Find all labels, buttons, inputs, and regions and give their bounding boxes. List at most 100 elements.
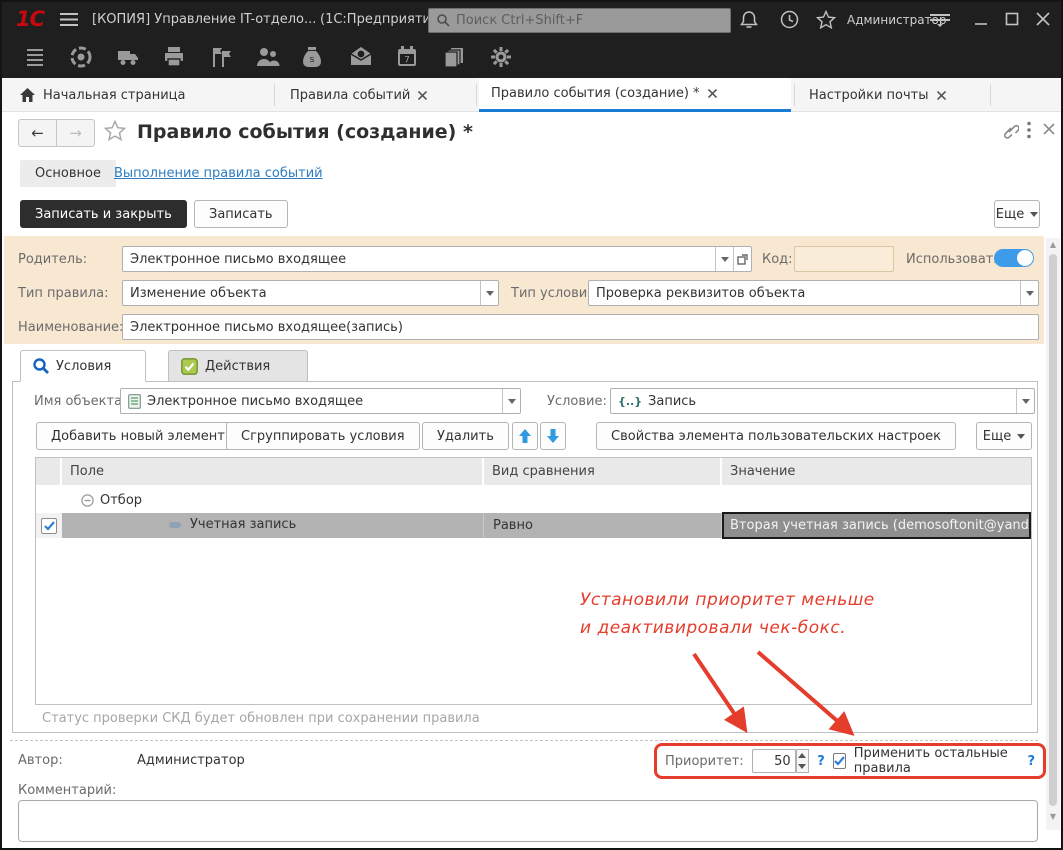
vertical-scrollbar[interactable]: ▲ ▼ (1046, 238, 1060, 830)
chevron-down-icon[interactable] (502, 389, 520, 413)
table-header-field[interactable]: Поле (62, 458, 484, 485)
page-star-icon[interactable] (104, 120, 126, 141)
search-icon (437, 14, 450, 27)
get-link-icon[interactable] (1002, 122, 1019, 139)
favorites-star-icon[interactable] (816, 10, 836, 29)
scrollbar-thumb[interactable] (1049, 254, 1057, 806)
object-name-value: Электронное письмо входящее (147, 394, 363, 409)
spinner-down-icon[interactable] (797, 761, 809, 772)
delete-label: Удалить (437, 429, 494, 444)
back-button[interactable]: ← (19, 120, 57, 146)
app-window: 1С [КОПИЯ] Управление IT-отдело... (1С:П… (0, 0, 1063, 850)
tab-conditions[interactable]: Условия (20, 350, 146, 382)
more-commands-button[interactable]: Еще (994, 200, 1040, 228)
target-section-icon[interactable] (70, 46, 92, 68)
hamburger-menu-icon[interactable] (60, 12, 78, 27)
priority-spinner[interactable] (796, 749, 810, 773)
tab-mail-settings[interactable]: Настройки почты (797, 78, 987, 112)
delivery-truck-icon[interactable] (116, 48, 140, 66)
printer-section-icon[interactable] (163, 46, 185, 68)
tab-close-icon[interactable] (937, 91, 946, 100)
skd-status-text: Статус проверки СКД будет обновлен при с… (42, 711, 480, 726)
nav-link-rule-execution[interactable]: Выполнение правила событий (114, 166, 323, 181)
use-toggle[interactable] (994, 249, 1034, 267)
table-header-value[interactable]: Значение (722, 458, 1031, 485)
chevron-down-icon[interactable] (480, 281, 498, 305)
mail-section-icon[interactable] (349, 46, 373, 66)
maximize-button[interactable] (1005, 12, 1019, 26)
priority-help[interactable]: ? (817, 754, 825, 769)
delete-button[interactable]: Удалить (422, 422, 509, 450)
use-label: Использовать (906, 252, 1001, 267)
money-bag-section-icon[interactable]: s (302, 46, 322, 68)
open-reference-icon[interactable] (733, 247, 751, 271)
author-label: Автор: (18, 753, 63, 768)
tab-close-icon[interactable] (708, 89, 717, 98)
scroll-up-icon[interactable]: ▲ (1049, 241, 1057, 249)
row-checkbox-checked[interactable] (41, 518, 57, 534)
close-form-icon[interactable] (1043, 123, 1055, 135)
chevron-down-icon[interactable] (1016, 389, 1034, 413)
table-header-comparison[interactable]: Вид сравнения (484, 458, 722, 485)
forward-button[interactable]: → (57, 120, 94, 146)
conditions-more-button[interactable]: Еще (976, 422, 1032, 450)
history-icon[interactable] (780, 10, 799, 29)
row-value-cell-focused[interactable]: Вторая учетная запись (demosoftonit@yand… (722, 512, 1031, 539)
tree-collapse-icon[interactable] (81, 494, 94, 507)
chevron-down-icon[interactable] (715, 247, 733, 271)
add-element-button[interactable]: Добавить новый элемент (36, 422, 240, 450)
apply-rules-help[interactable]: ? (1027, 754, 1035, 769)
flags-section-icon[interactable] (210, 46, 234, 68)
condition-type-combo[interactable]: Проверка реквизитов объекта (588, 280, 1039, 306)
move-down-button[interactable] (540, 422, 566, 450)
spinner-up-icon[interactable] (797, 750, 809, 761)
move-up-button[interactable] (512, 422, 538, 450)
tab-event-rules[interactable]: Правила событий (278, 78, 474, 112)
row-comparison-cell[interactable]: Равно (484, 513, 722, 538)
search-magnifier-icon (33, 358, 49, 374)
tab-actions[interactable]: Действия (168, 350, 308, 382)
rule-type-combo[interactable]: Изменение объекта (122, 280, 499, 306)
table-group-row[interactable]: Отбор (36, 489, 1031, 514)
scroll-down-icon[interactable]: ▼ (1049, 813, 1057, 821)
notifications-bell-icon[interactable] (740, 10, 758, 29)
users-section-icon[interactable] (256, 46, 280, 68)
priority-highlight-box: Приоритет: ? Применить остальные правила… (654, 743, 1046, 779)
tab-event-rule-create[interactable]: Правило события (создание) * (479, 78, 791, 112)
group-conditions-button[interactable]: Сгруппировать условия (226, 422, 420, 450)
condition-combo[interactable]: {..} Запись (610, 388, 1035, 414)
global-search-input[interactable]: Поиск Ctrl+Shift+F (428, 8, 731, 33)
priority-input[interactable] (752, 749, 796, 773)
1c-logo: 1С (16, 7, 44, 31)
settings-gear-icon[interactable] (490, 46, 512, 68)
service-menu-icon[interactable] (930, 12, 950, 28)
object-name-combo[interactable]: Электронное письмо входящее (120, 388, 521, 414)
save-and-close-button[interactable]: Записать и закрыть (20, 200, 187, 228)
document-icon (128, 394, 141, 409)
window-tabs: Начальная страница Правила событий Прави… (2, 78, 1061, 112)
apply-rules-checkbox-checked[interactable] (833, 753, 846, 769)
tab-event-rules-label: Правила событий (290, 88, 410, 103)
copies-section-icon[interactable] (443, 46, 465, 68)
tab-close-icon[interactable] (418, 91, 427, 100)
calendar-section-icon[interactable]: 7 (396, 46, 418, 68)
close-window-button[interactable] (1036, 12, 1050, 26)
rule-type-label: Тип правила: (18, 286, 109, 301)
main-menu-icon[interactable] (24, 47, 46, 67)
more-actions-kebab-icon[interactable] (1027, 121, 1031, 139)
chevron-down-icon[interactable] (1020, 281, 1038, 305)
parent-combo[interactable]: Электронное письмо входящее (122, 246, 752, 272)
name-field[interactable]: Электронное письмо входящее(запись) (122, 314, 1039, 340)
user-settings-props-button[interactable]: Свойства элемента пользовательских настр… (596, 422, 956, 450)
comment-input[interactable] (18, 800, 1038, 842)
item-dash-icon (169, 522, 181, 528)
tab-home[interactable]: Начальная страница (8, 78, 270, 112)
add-element-label: Добавить новый элемент (51, 429, 225, 444)
table-selected-row[interactable]: Учетная запись Равно Вторая учетная запи… (36, 513, 1031, 538)
parent-label: Родитель: (18, 252, 87, 267)
nav-item-main[interactable]: Основное (20, 160, 116, 187)
minimize-button[interactable] (974, 16, 988, 26)
row-field-cell[interactable]: Учетная запись (62, 513, 484, 538)
save-button[interactable]: Записать (194, 200, 288, 228)
app-title: [КОПИЯ] Управление IT-отдело... (92, 12, 316, 27)
